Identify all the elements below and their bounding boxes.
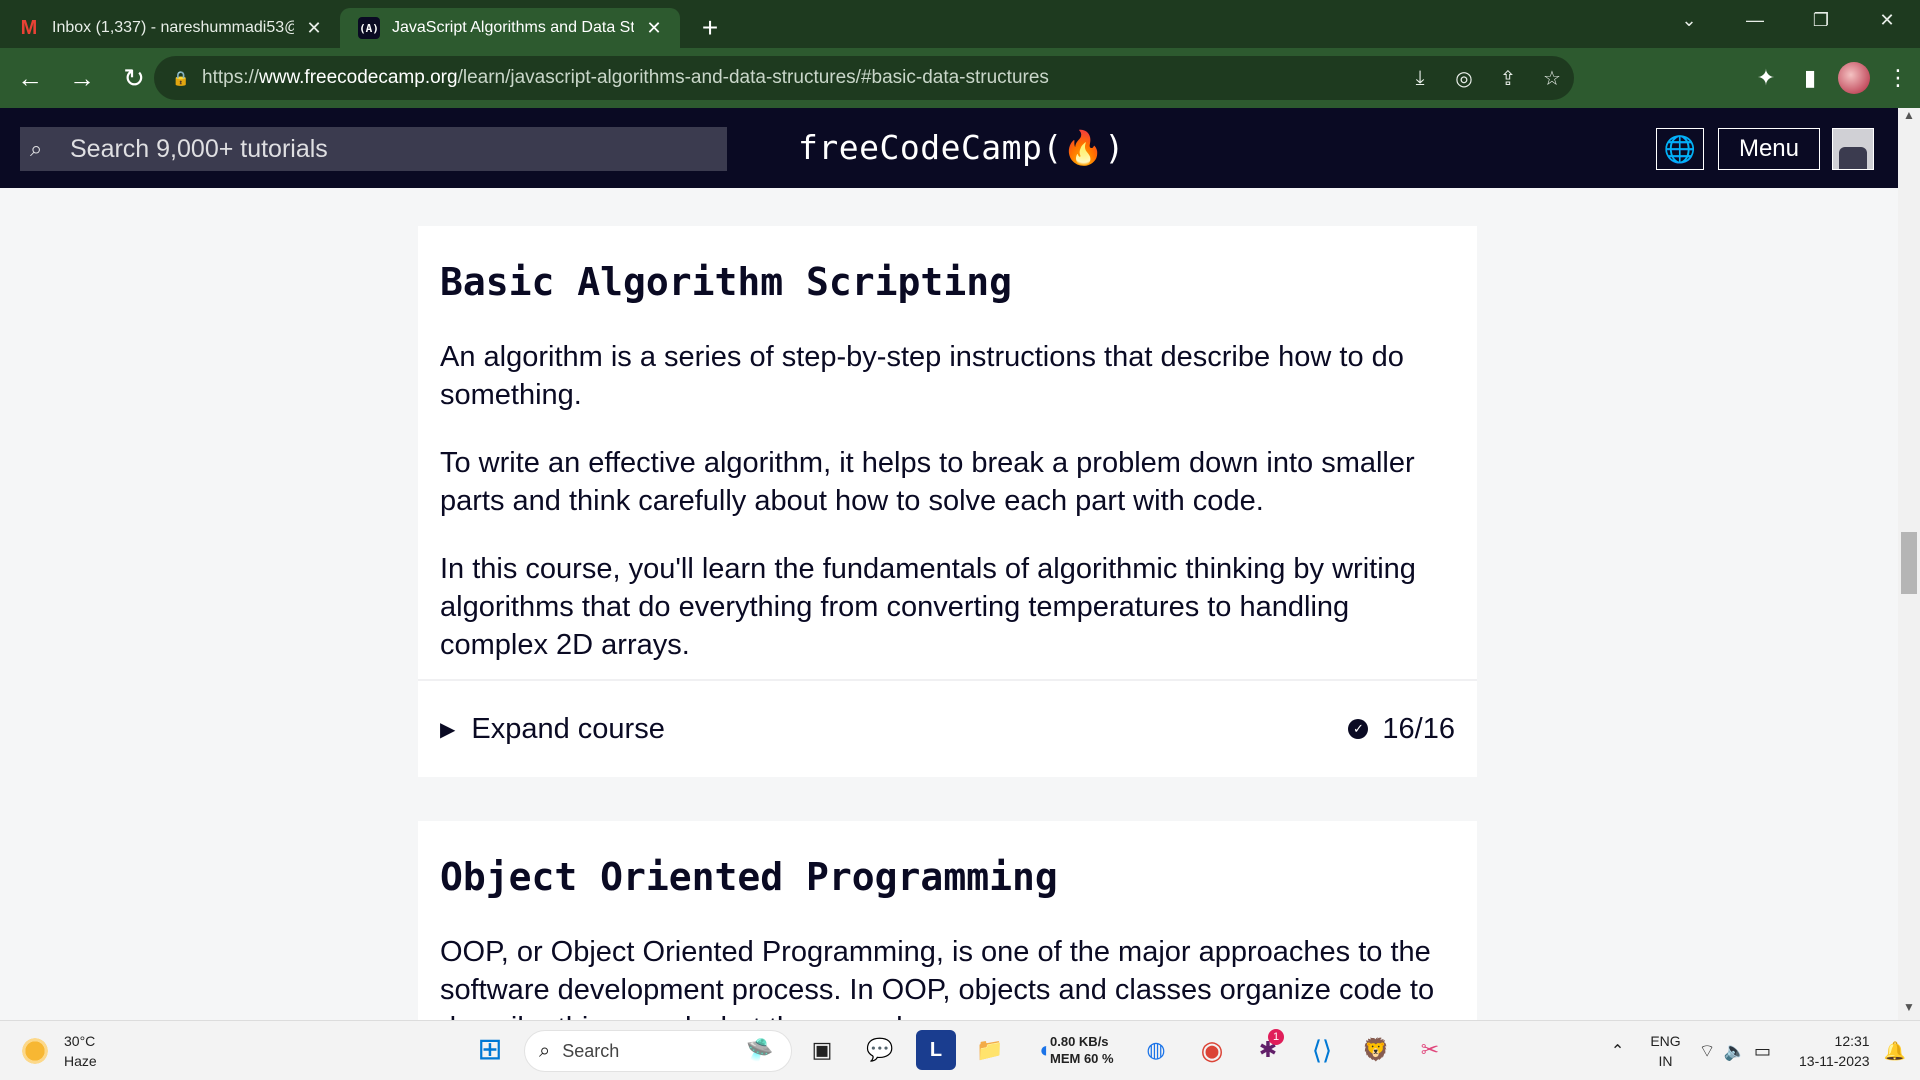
scroll-down-icon[interactable]: ▼ xyxy=(1898,1000,1920,1020)
side-panel-icon[interactable]: ▮ xyxy=(1788,65,1832,91)
notification-bell-icon[interactable]: 🔔 xyxy=(1884,1041,1906,1062)
haze-sun-icon xyxy=(20,1036,50,1066)
windows-start-icon[interactable]: ⊞ xyxy=(470,1029,510,1069)
clock[interactable]: 12:31 13-11-2023 xyxy=(1799,1031,1870,1071)
browser-toolbar: ← → ↻ 🔒 https://www.freecodecamp.org/lea… xyxy=(0,48,1920,108)
url-host: www.freecodecamp.org xyxy=(259,67,458,88)
more-menu-icon[interactable]: ⋮ xyxy=(1876,65,1920,91)
teams-chat-icon[interactable]: 💬 xyxy=(860,1030,900,1070)
bookmark-star-icon[interactable]: ☆ xyxy=(1530,66,1574,91)
course-card: Basic Algorithm Scripting An algorithm i… xyxy=(418,226,1477,777)
address-bar[interactable]: 🔒 https://www.freecodecamp.org/learn/jav… xyxy=(154,56,1574,100)
memory-usage: MEM 60 % xyxy=(1050,1051,1114,1066)
lang-code: ENG xyxy=(1650,1033,1681,1049)
triangle-right-icon: ▶ xyxy=(440,718,456,741)
avatar-figure xyxy=(1839,147,1867,169)
menu-button[interactable]: Menu xyxy=(1718,128,1820,170)
slack-badge: 1 xyxy=(1268,1029,1284,1045)
tab-title: Inbox (1,337) - nareshummadi53@ xyxy=(52,19,294,36)
taskbar-search-label: Search xyxy=(562,1040,620,1061)
url-prefix: https:// xyxy=(202,67,260,88)
restore-button[interactable]: ❐ xyxy=(1788,0,1854,40)
course-description: An algorithm is a series of step-by-step… xyxy=(440,341,1404,411)
course-description: In this course, you'll learn the fundame… xyxy=(440,553,1416,661)
tab-title: JavaScript Algorithms and Data Stru xyxy=(392,19,634,36)
course-title: Object Oriented Programming xyxy=(440,855,1058,899)
language-globe-icon[interactable]: 🌐 xyxy=(1656,128,1704,170)
close-window-button[interactable]: ✕ xyxy=(1854,0,1920,40)
tracking-protection-icon[interactable]: ◎ xyxy=(1442,66,1486,91)
forward-button[interactable]: → xyxy=(60,56,104,100)
file-explorer-icon[interactable]: 📁 xyxy=(970,1030,1010,1070)
expand-course-label: Expand course xyxy=(471,712,665,745)
weather-desc: Haze xyxy=(64,1053,97,1069)
close-tab-icon[interactable]: ✕ xyxy=(302,16,326,40)
page-scrollbar[interactable]: ▲ ▼ xyxy=(1898,108,1920,1020)
app-ring-icon[interactable]: ◍ xyxy=(1136,1030,1176,1070)
scrollbar-thumb[interactable] xyxy=(1901,532,1917,594)
share-icon[interactable]: ⇪ xyxy=(1486,66,1530,91)
fcc-icon: (A) xyxy=(358,17,380,39)
close-tab-icon[interactable]: ✕ xyxy=(642,16,666,40)
show-hidden-icons[interactable]: ⌃ xyxy=(1611,1041,1624,1061)
input-language[interactable]: ENG IN xyxy=(1650,1031,1680,1071)
network-volume-battery-icons[interactable]: ⌔🔈▭ xyxy=(1699,1040,1779,1063)
window-controls: ⌄ — ❐ ✕ xyxy=(1656,0,1920,40)
new-tab-button[interactable]: + xyxy=(688,8,732,48)
course-description: OOP, or Object Oriented Programming, is … xyxy=(440,936,1435,1020)
install-app-icon[interactable]: ⤓ xyxy=(1398,67,1442,90)
url-path: /learn/javascript-algorithms-and-data-st… xyxy=(457,67,1049,88)
user-avatar[interactable] xyxy=(1832,128,1874,170)
scroll-up-icon[interactable]: ▲ xyxy=(1898,108,1920,128)
reload-button[interactable]: ↻ xyxy=(112,56,156,100)
gmail-icon: M xyxy=(20,16,38,39)
search-placeholder: Search 9,000+ tutorials xyxy=(70,134,328,163)
chrome-icon[interactable]: ◉ xyxy=(1192,1030,1232,1070)
main-content: Basic Algorithm Scripting An algorithm i… xyxy=(0,188,1898,1020)
course-description: To write an effective algorithm, it help… xyxy=(440,447,1415,517)
omnibox-actions: ⤓ ◎ ⇪ ☆ xyxy=(1398,56,1574,100)
course-card: Object Oriented Programming OOP, or Obje… xyxy=(418,821,1477,1020)
toolbar-right: ✦ ▮ ⋮ xyxy=(1744,56,1920,100)
tab-freecodecamp[interactable]: (A) JavaScript Algorithms and Data Stru … xyxy=(340,8,680,48)
search-icon: ⌕ xyxy=(539,1039,551,1062)
vscode-icon[interactable]: ⟨⟩ xyxy=(1302,1030,1342,1070)
search-icon: ⌕ xyxy=(30,136,43,161)
profile-avatar[interactable] xyxy=(1838,62,1870,94)
check-circle-icon: ✓ xyxy=(1348,719,1369,739)
course-progress: 16/16 xyxy=(1382,712,1455,745)
system-tray: ⌃ ENG IN ⌔🔈▭ 12:31 13-11-2023 🔔 xyxy=(1611,1021,1920,1080)
fcc-navbar: ⌕ Search 9,000+ tutorials freeCodeCamp(🔥… xyxy=(0,108,1898,188)
tab-search-icon[interactable]: ⌄ xyxy=(1656,0,1722,40)
date: 13-11-2023 xyxy=(1799,1053,1870,1069)
tab-gmail[interactable]: M Inbox (1,337) - nareshummadi53@ ✕ xyxy=(0,8,340,48)
extensions-icon[interactable]: ✦ xyxy=(1744,65,1788,91)
fcc-logo[interactable]: freeCodeCamp(🔥) xyxy=(798,128,1125,168)
windows-taskbar: 30°C Haze ⊞ ⌕ Search 🛸 ▣ 💬 L 📁 ◐ 0.80 KB… xyxy=(0,1020,1920,1080)
search-highlight-icon: 🛸 xyxy=(746,1037,774,1062)
weather-widget[interactable]: 30°C Haze xyxy=(20,1031,97,1071)
snipping-tool-icon[interactable]: ✂ xyxy=(1410,1030,1450,1070)
region-code: IN xyxy=(1658,1053,1673,1069)
expand-course-button[interactable]: ▶ Expand course ✓ 16/16 xyxy=(418,679,1477,777)
launcher-l-icon[interactable]: L xyxy=(916,1030,956,1070)
time: 12:31 xyxy=(1834,1033,1870,1049)
browser-tab-strip: M Inbox (1,337) - nareshummadi53@ ✕ (A) … xyxy=(0,0,1920,48)
net-speed: 0.80 KB/s xyxy=(1050,1034,1109,1049)
weather-temp: 30°C xyxy=(64,1033,96,1049)
task-view-icon[interactable]: ▣ xyxy=(802,1030,842,1070)
brave-icon[interactable]: 🦁 xyxy=(1356,1030,1396,1070)
course-title: Basic Algorithm Scripting xyxy=(440,260,1012,304)
back-button[interactable]: ← xyxy=(8,56,52,100)
minimize-button[interactable]: — xyxy=(1722,0,1788,40)
lock-icon[interactable]: 🔒 xyxy=(172,70,192,87)
search-input[interactable]: ⌕ Search 9,000+ tutorials xyxy=(20,127,727,171)
